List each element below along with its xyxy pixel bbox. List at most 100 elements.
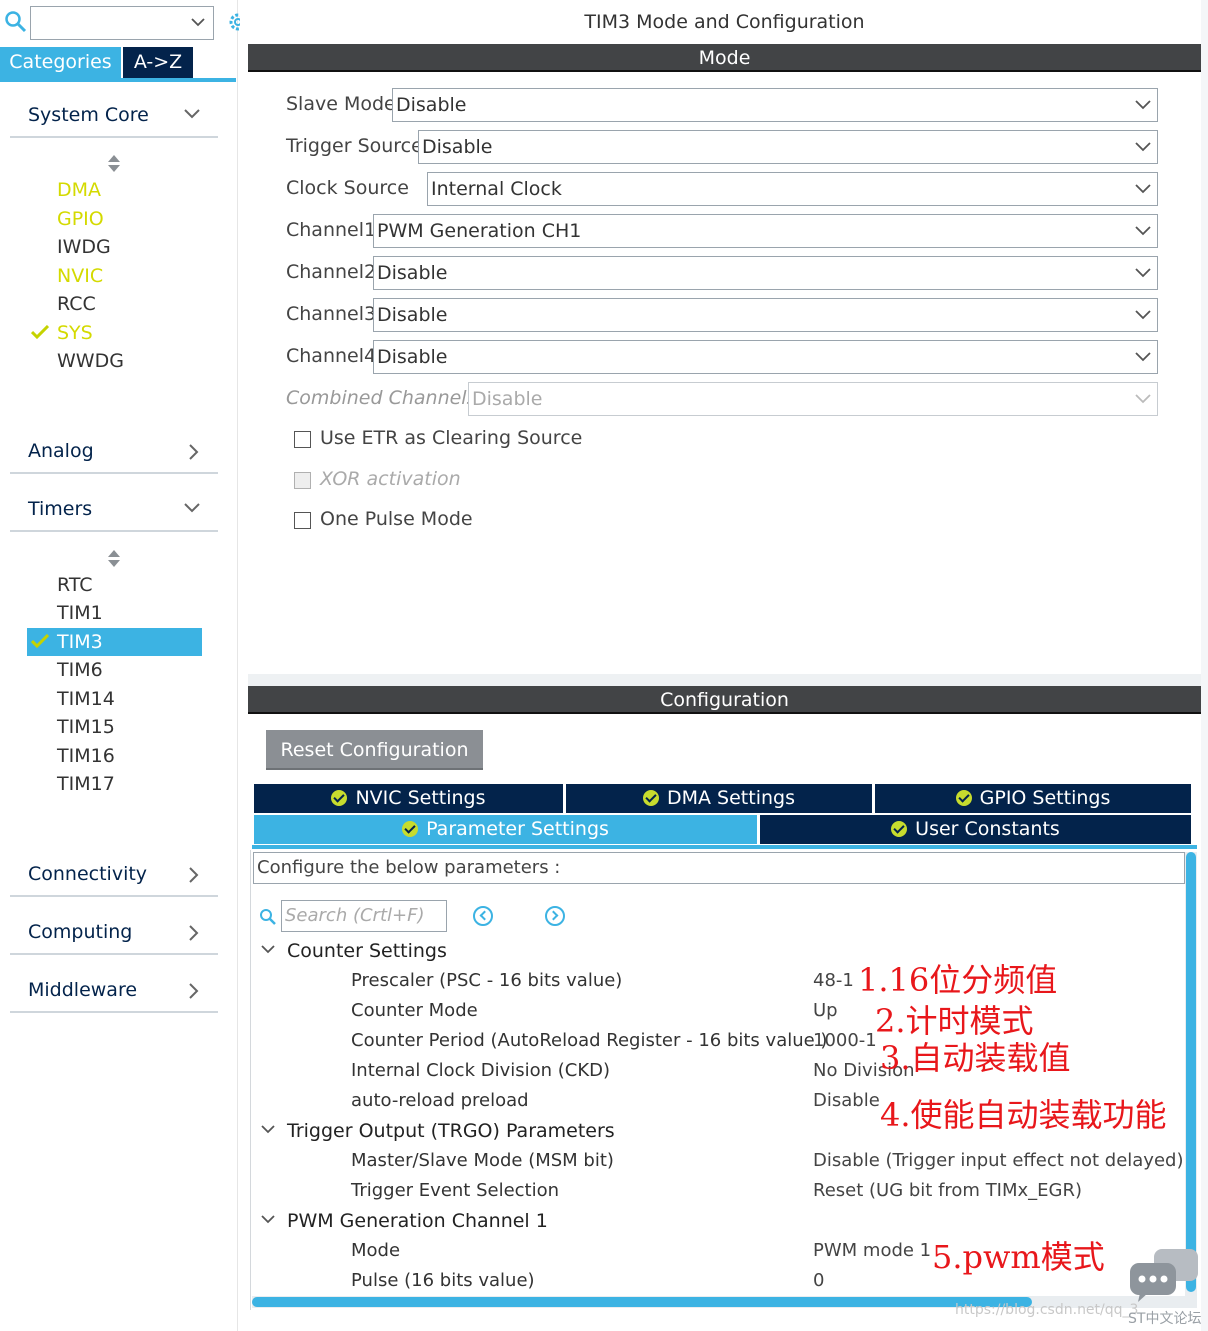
select-value: Disable <box>377 262 448 284</box>
channel1-row: Channel1 PWM Generation CH1 <box>286 214 1158 250</box>
param-row[interactable]: Counter Mode Up <box>351 998 1171 1028</box>
chevron-right-icon <box>189 444 199 460</box>
tab-categories[interactable]: Categories <box>0 47 121 78</box>
search-field[interactable] <box>281 900 447 932</box>
field-label: Combined Channels <box>286 387 477 409</box>
one-pulse-checkbox[interactable] <box>294 512 311 529</box>
gear-icon[interactable] <box>226 10 240 34</box>
clock-source-row: Clock Source Internal Clock <box>286 172 1158 208</box>
tab-nvic-settings[interactable]: NVIC Settings <box>254 784 563 813</box>
chevron-down-icon <box>1135 268 1151 278</box>
list-item-tim17[interactable]: TIM17 <box>27 770 202 798</box>
param-row[interactable]: Trigger Event Selection Reset (UG bit fro… <box>351 1178 1171 1208</box>
list-item-tim1[interactable]: TIM1 <box>27 599 202 627</box>
category-label: Middleware <box>28 979 138 1001</box>
list-item-dma[interactable]: DMA <box>27 176 202 204</box>
tab-user-constants[interactable]: User Constants <box>760 815 1191 844</box>
list-item-rcc[interactable]: RCC <box>27 290 202 318</box>
param-value[interactable]: 48-1 <box>813 970 854 991</box>
sort-icon[interactable] <box>108 155 120 173</box>
annotation-auto-reload: 4.使能自动装载功能 <box>880 1096 1167 1134</box>
select-value: Disable <box>377 304 448 326</box>
param-row[interactable]: Master/Slave Mode (MSM bit) Disable (Trig… <box>351 1148 1183 1178</box>
trigger-source-select[interactable]: Disable <box>418 130 1158 164</box>
tab-dma-settings[interactable]: DMA Settings <box>566 784 872 813</box>
annotation-prescaler: 1.16位分频值 <box>858 961 1058 999</box>
panel-divider[interactable] <box>248 674 1201 686</box>
list-item-tim16[interactable]: TIM16 <box>27 742 202 770</box>
category-panel: Categories A->Z System Core DMA GPIO IWD… <box>0 0 240 1331</box>
use-etr-checkbox[interactable] <box>294 431 311 448</box>
field-label: Trigger Source <box>286 135 423 157</box>
category-analog[interactable]: Analog <box>10 434 218 474</box>
chevron-down-icon <box>191 18 205 27</box>
param-value[interactable]: 0 <box>813 1270 824 1291</box>
param-value[interactable]: Disable <box>813 1090 880 1111</box>
param-value[interactable]: Up <box>813 1000 838 1021</box>
search-icon[interactable] <box>4 10 28 34</box>
param-value[interactable]: Reset (UG bit from TIMx_EGR) <box>813 1180 1082 1201</box>
list-item-tim6[interactable]: TIM6 <box>27 656 202 684</box>
list-item-tim15[interactable]: TIM15 <box>27 713 202 741</box>
search-combo[interactable] <box>30 6 214 40</box>
channel1-select[interactable]: PWM Generation CH1 <box>373 214 1158 248</box>
configure-hint: Configure the below parameters : <box>257 857 561 878</box>
scrollbar-thumb[interactable] <box>1186 852 1196 1292</box>
search-input[interactable] <box>282 901 442 929</box>
list-item-tim14[interactable]: TIM14 <box>27 685 202 713</box>
chevron-right-icon <box>189 925 199 941</box>
chevron-down-icon <box>1135 100 1151 110</box>
channel2-select[interactable]: Disable <box>373 256 1158 290</box>
clock-source-select[interactable]: Internal Clock <box>427 172 1158 206</box>
list-item-nvic[interactable]: NVIC <box>27 262 202 290</box>
item-label: TIM1 <box>57 602 103 624</box>
mode-section-header[interactable]: Mode <box>248 44 1201 72</box>
forum-label: ST中文论坛 <box>1128 1311 1202 1327</box>
parameter-search-row <box>259 900 579 934</box>
configure-hint-box: Configure the below parameters : <box>253 852 1185 884</box>
scrollbar-thumb[interactable] <box>252 1297 1032 1307</box>
category-timers[interactable]: Timers <box>10 492 218 532</box>
param-value[interactable]: 1000-1 <box>813 1030 877 1051</box>
tab-label: DMA Settings <box>667 787 795 809</box>
tab-parameter-settings[interactable]: Parameter Settings <box>254 815 757 844</box>
category-middleware[interactable]: Middleware <box>10 973 218 1013</box>
list-item-rtc[interactable]: RTC <box>27 571 202 599</box>
search-next-button[interactable] <box>545 906 565 926</box>
category-system-core[interactable]: System Core <box>10 98 218 138</box>
list-item-wwdg[interactable]: WWDG <box>27 347 202 375</box>
field-label: Channel4 <box>286 345 377 367</box>
list-item-gpio[interactable]: GPIO <box>27 205 202 233</box>
select-value: Disable <box>396 94 467 116</box>
search-previous-button[interactable] <box>473 906 493 926</box>
field-label: Channel1 <box>286 219 377 241</box>
field-label: Clock Source <box>286 177 409 199</box>
reset-configuration-button[interactable]: Reset Configuration <box>266 730 483 770</box>
item-label: SYS <box>57 322 93 344</box>
tab-label: Parameter Settings <box>426 818 609 840</box>
top-search-bar <box>4 6 240 40</box>
chevron-down-icon <box>1135 226 1151 236</box>
category-computing[interactable]: Computing <box>10 915 218 955</box>
category-connectivity[interactable]: Connectivity <box>10 857 218 897</box>
list-item-iwdg[interactable]: IWDG <box>27 233 202 261</box>
list-item-sys[interactable]: SYS <box>27 319 202 347</box>
channel4-select[interactable]: Disable <box>373 340 1158 374</box>
sort-icon[interactable] <box>108 550 120 568</box>
param-value[interactable]: Disable (Trigger input effect not delaye… <box>813 1150 1183 1171</box>
vertical-scrollbar[interactable] <box>1185 852 1197 1308</box>
window-edge <box>1201 0 1208 1331</box>
param-value[interactable]: PWM mode 1 <box>813 1240 931 1261</box>
item-label: TIM6 <box>57 659 103 681</box>
annotation-counter-period: 3.自动装载值 <box>880 1039 1071 1077</box>
tab-gpio-settings[interactable]: GPIO Settings <box>875 784 1191 813</box>
category-label: System Core <box>28 104 149 126</box>
category-label: Timers <box>28 498 93 520</box>
tab-a-to-z[interactable]: A->Z <box>123 47 193 78</box>
param-name: Mode <box>351 1240 401 1261</box>
channel3-select[interactable]: Disable <box>373 298 1158 332</box>
slave-mode-select[interactable]: Disable <box>392 88 1158 122</box>
list-item-tim3[interactable]: TIM3 <box>27 628 202 656</box>
configuration-section-header[interactable]: Configuration <box>248 686 1201 714</box>
param-name: auto-reload preload <box>351 1090 529 1111</box>
